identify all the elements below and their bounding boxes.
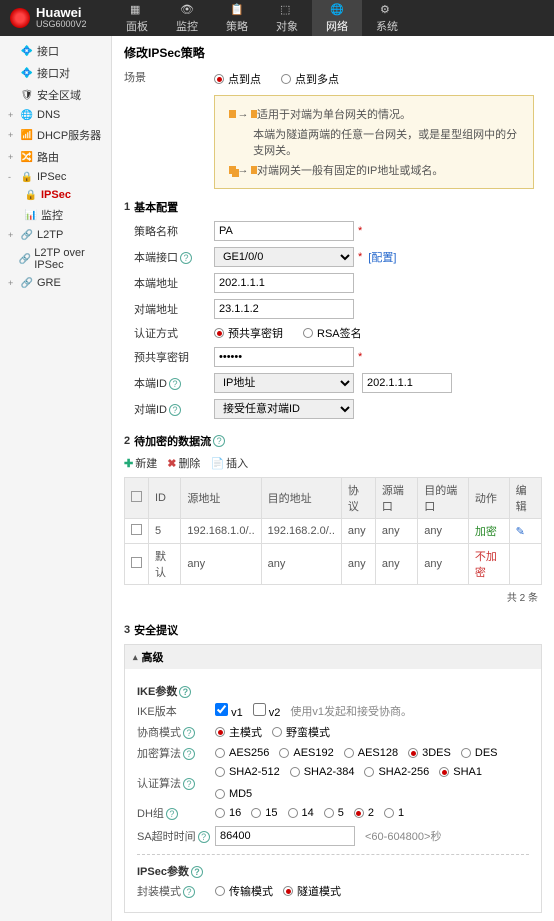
enc-opts-DES[interactable]: DES bbox=[461, 747, 498, 759]
scene-label: 场景 bbox=[124, 69, 184, 85]
neg-opts-主模式[interactable]: 主模式 bbox=[215, 724, 262, 740]
sidebar-L2TP over IPSec[interactable]: 🔗L2TP over IPSec bbox=[0, 244, 111, 274]
help-icon[interactable]: ? bbox=[179, 686, 191, 698]
flow-table: ID源地址目的地址协议源端口目的端口动作编辑 5192.168.1.0/..19… bbox=[124, 477, 542, 585]
sidebar-安全区域[interactable]: 🛡安全区域 bbox=[0, 84, 111, 106]
sidebar-接口[interactable]: 💠接口 bbox=[0, 40, 111, 62]
nav-网络[interactable]: 🌐网络 bbox=[312, 0, 362, 36]
page-title: 修改IPSec策略 bbox=[124, 44, 542, 61]
nav-面板[interactable]: ▦面板 bbox=[112, 0, 162, 36]
help-icon[interactable]: ? bbox=[180, 252, 192, 264]
dh-opts-2[interactable]: 2 bbox=[354, 807, 374, 819]
dh-opts-14[interactable]: 14 bbox=[288, 807, 314, 819]
delete-button[interactable]: ✖删除 bbox=[167, 455, 200, 471]
model-name: USG6000V2 bbox=[36, 20, 87, 30]
insert-button[interactable]: 📄插入 bbox=[210, 455, 248, 471]
select-all-checkbox[interactable] bbox=[131, 491, 142, 502]
sidebar-IPSec[interactable]: 🔒IPSec bbox=[0, 186, 111, 204]
dh-opts-5[interactable]: 5 bbox=[324, 807, 344, 819]
auth-psk[interactable]: 预共享密钥 bbox=[214, 325, 283, 341]
config-link[interactable]: [配置] bbox=[368, 249, 396, 265]
local-interface-select[interactable]: GE1/0/0 bbox=[214, 247, 354, 267]
pager: 共 2 条 bbox=[124, 585, 542, 608]
local-id-input[interactable] bbox=[362, 373, 452, 393]
table-row: 5192.168.1.0/..192.168.2.0/..anyanyany加密… bbox=[125, 519, 542, 544]
sidebar-L2TP[interactable]: +🔗L2TP bbox=[0, 226, 111, 244]
enc-opts-AES192[interactable]: AES192 bbox=[279, 747, 333, 759]
dh-opts-15[interactable]: 15 bbox=[251, 807, 277, 819]
scene-p2p[interactable]: 点到点 bbox=[214, 71, 261, 87]
section-proposal: 安全提议 bbox=[134, 622, 178, 638]
auth-rsa[interactable]: RSA签名 bbox=[303, 325, 362, 341]
enc-opts-AES128[interactable]: AES128 bbox=[344, 747, 398, 759]
table-row: 默认anyanyanyanyany不加密 bbox=[125, 544, 542, 585]
auth-opts-SHA2-256[interactable]: SHA2-256 bbox=[364, 766, 429, 778]
section-basic: 基本配置 bbox=[134, 199, 178, 215]
sidebar-DNS[interactable]: +🌐DNS bbox=[0, 106, 111, 124]
edit-icon[interactable]: ✎ bbox=[516, 526, 525, 538]
sidebar-路由[interactable]: +🔀路由 bbox=[0, 146, 111, 168]
help-icon[interactable]: ? bbox=[169, 378, 181, 390]
row-checkbox[interactable] bbox=[131, 557, 142, 568]
sidebar-IPSec[interactable]: -🔒IPSec bbox=[0, 168, 111, 186]
scene-p2mp[interactable]: 点到多点 bbox=[281, 71, 339, 87]
peer-id-select[interactable]: 接受任意对端ID bbox=[214, 399, 354, 419]
local-id-select[interactable]: IP地址 bbox=[214, 373, 354, 393]
ike-v1[interactable]: v1 bbox=[215, 703, 243, 719]
huawei-icon bbox=[10, 8, 30, 28]
help-icon[interactable]: ? bbox=[213, 435, 225, 447]
auth-opts-SHA2-384[interactable]: SHA2-384 bbox=[290, 766, 355, 778]
policy-name-input[interactable] bbox=[214, 221, 354, 241]
peer-addr-input[interactable] bbox=[214, 299, 354, 319]
auth-opts-SHA1[interactable]: SHA1 bbox=[439, 766, 482, 778]
ipsec-title: IPSec参数? bbox=[137, 863, 529, 879]
help-icon[interactable]: ? bbox=[169, 404, 181, 416]
brand-name: Huawei bbox=[36, 6, 87, 20]
sidebar-监控[interactable]: 📊监控 bbox=[0, 204, 111, 226]
sidebar-接口对[interactable]: 💠接口对 bbox=[0, 62, 111, 84]
sa-timeout-input[interactable] bbox=[215, 826, 355, 846]
help-icon[interactable]: ? bbox=[191, 866, 203, 878]
section-flow: 待加密的数据流 bbox=[134, 433, 211, 449]
advanced-toggle[interactable]: ▴高级 bbox=[125, 645, 541, 669]
nav-策略[interactable]: 📋策略 bbox=[212, 0, 262, 36]
ike-v2[interactable]: v2 bbox=[253, 703, 281, 719]
ike-title: IKE参数? bbox=[137, 683, 529, 699]
local-addr-input[interactable] bbox=[214, 273, 354, 293]
sidebar-GRE[interactable]: +🔗GRE bbox=[0, 274, 111, 292]
sidebar-DHCP服务器[interactable]: +📶DHCP服务器 bbox=[0, 124, 111, 146]
psk-input[interactable] bbox=[214, 347, 354, 367]
neg-opts-野蛮模式[interactable]: 野蛮模式 bbox=[272, 724, 330, 740]
dh-opts-16[interactable]: 16 bbox=[215, 807, 241, 819]
encap-opts-隧道模式[interactable]: 隧道模式 bbox=[283, 883, 341, 899]
nav-对象[interactable]: ⬚对象 bbox=[262, 0, 312, 36]
nav-系统[interactable]: ⚙系统 bbox=[362, 0, 412, 36]
enc-opts-3DES[interactable]: 3DES bbox=[408, 747, 451, 759]
auth-opts-MD5[interactable]: MD5 bbox=[215, 788, 252, 800]
auth-opts-SHA2-512[interactable]: SHA2-512 bbox=[215, 766, 280, 778]
row-checkbox[interactable] bbox=[131, 524, 142, 535]
encap-opts-传输模式[interactable]: 传输模式 bbox=[215, 883, 273, 899]
new-button[interactable]: ✚新建 bbox=[124, 455, 157, 471]
dh-opts-1[interactable]: 1 bbox=[384, 807, 404, 819]
enc-opts-AES256[interactable]: AES256 bbox=[215, 747, 269, 759]
hint-box: →适用于对端为单台网关的情况。 本端为隧道两端的任意一台网关，或是星型组网中的分… bbox=[214, 95, 534, 189]
brand-logo: Huawei USG6000V2 bbox=[0, 6, 112, 30]
nav-监控[interactable]: 👁监控 bbox=[162, 0, 212, 36]
